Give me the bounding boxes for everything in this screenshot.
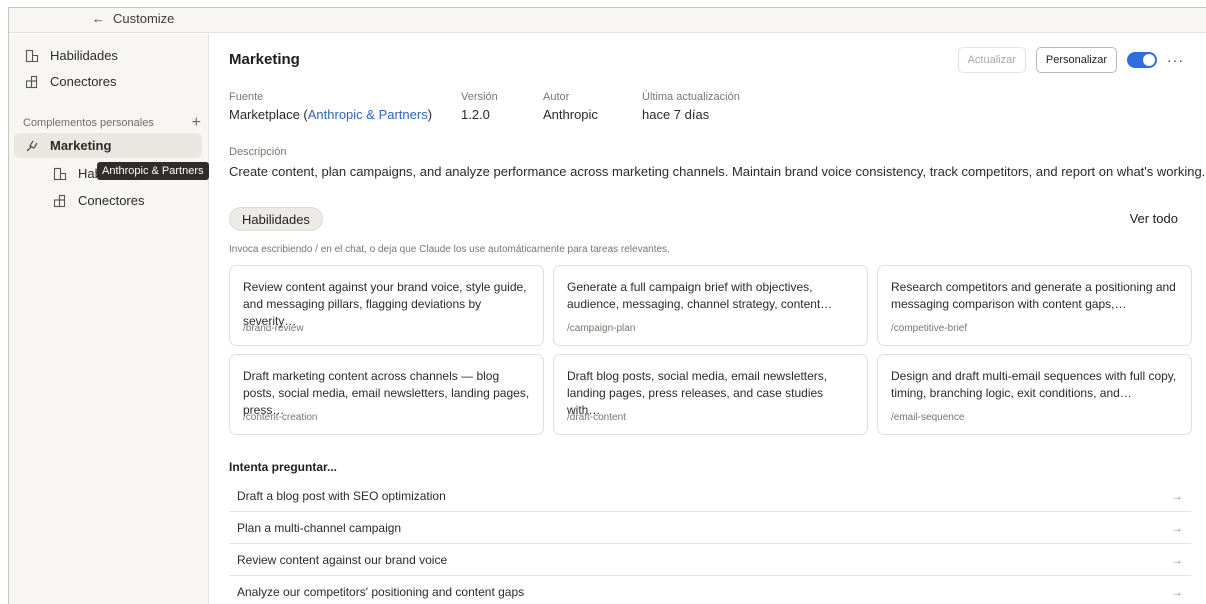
tab-skills[interactable]: Habilidades bbox=[229, 207, 323, 231]
sidebar-item-connectors[interactable]: Conectores bbox=[25, 74, 116, 89]
sidebar-item-label: Conectores bbox=[78, 193, 145, 208]
skills-hint: Invoca escribiendo / en el chat, o deja … bbox=[229, 244, 670, 255]
skill-description: Design and draft multi-email sequences w… bbox=[891, 369, 1177, 400]
personal-plugins-header: Complementos personales + bbox=[23, 114, 201, 132]
arrow-right-icon: → bbox=[1171, 584, 1183, 599]
skill-card[interactable]: Draft marketing content across channels … bbox=[229, 354, 544, 435]
skill-command: /content-creation bbox=[243, 412, 318, 423]
try-asking-title: Intenta preguntar... bbox=[229, 460, 338, 474]
author-tooltip: Anthropic & Partners bbox=[97, 162, 209, 180]
customize-button[interactable]: Personalizar bbox=[1035, 47, 1117, 73]
prompt-suggestion[interactable]: Analyze our competitors' positioning and… bbox=[229, 576, 1191, 604]
skill-card[interactable]: Research competitors and generate a posi… bbox=[877, 265, 1192, 346]
add-plugin-icon[interactable]: + bbox=[192, 114, 201, 132]
view-all-link[interactable]: Ver todo bbox=[1130, 211, 1178, 226]
version-value: 1.2.0 bbox=[461, 107, 490, 122]
skill-description: Research competitors and generate a posi… bbox=[891, 280, 1176, 311]
source-prefix: Marketplace ( bbox=[229, 107, 308, 122]
sidebar-item-skills[interactable]: Habilidades bbox=[25, 48, 118, 63]
source-value: Marketplace (Anthropic & Partners) bbox=[229, 107, 432, 122]
skill-command: /draft-content bbox=[567, 412, 626, 423]
sidebar-item-label: Conectores bbox=[50, 74, 117, 89]
sidebar-item-marketing[interactable]: Marketing bbox=[25, 138, 111, 153]
arrow-right-icon: → bbox=[1171, 520, 1183, 535]
version-label: Versión bbox=[461, 91, 498, 103]
sidebar-subitem-connectors[interactable]: Conectores bbox=[53, 193, 144, 208]
more-options-icon[interactable]: ··· bbox=[1167, 52, 1184, 68]
source-label: Fuente bbox=[229, 91, 264, 103]
source-suffix: ) bbox=[427, 107, 433, 122]
description-label: Descripción bbox=[229, 146, 287, 158]
prompt-suggestion[interactable]: Plan a multi-channel campaign → bbox=[229, 512, 1191, 544]
skill-description: Generate a full campaign brief with obje… bbox=[567, 280, 833, 311]
update-button[interactable]: Actualizar bbox=[957, 47, 1026, 73]
source-link[interactable]: Anthropic & Partners bbox=[308, 107, 428, 122]
enable-toggle[interactable] bbox=[1127, 52, 1157, 68]
arrow-right-icon: → bbox=[1171, 552, 1183, 567]
prompt-text: Review content against our brand voice bbox=[237, 552, 448, 567]
back-label: Customize bbox=[113, 11, 175, 26]
skill-command: /campaign-plan bbox=[567, 323, 636, 334]
arrow-left-icon: ← bbox=[92, 11, 105, 26]
connectors-icon bbox=[25, 75, 38, 88]
skill-command: /brand-review bbox=[243, 323, 304, 334]
skill-card[interactable]: Review content against your brand voice,… bbox=[229, 265, 544, 346]
prompt-suggestion[interactable]: Review content against our brand voice → bbox=[229, 544, 1191, 576]
sidebar-item-label: Habilidades bbox=[50, 48, 118, 63]
skill-card[interactable]: Generate a full campaign brief with obje… bbox=[553, 265, 868, 346]
back-customize-link[interactable]: ← Customize bbox=[92, 11, 174, 26]
prompt-text: Analyze our competitors' positioning and… bbox=[237, 584, 525, 599]
author-label: Autor bbox=[543, 91, 570, 103]
prompt-text: Draft a blog post with SEO optimization bbox=[237, 488, 446, 503]
skill-command: /email-sequence bbox=[891, 412, 965, 423]
skills-icon bbox=[53, 167, 67, 180]
description-text: Create content, plan campaigns, and anal… bbox=[229, 164, 1206, 179]
updated-value: hace 7 días bbox=[642, 107, 710, 122]
sidebar: Habilidades Conectores Complementos pers… bbox=[9, 34, 209, 604]
updated-label: Última actualización bbox=[642, 91, 740, 103]
skill-command: /competitive-brief bbox=[891, 323, 968, 334]
plugin-detail: Marketing Actualizar Personalizar ··· Fu… bbox=[210, 34, 1206, 604]
section-title: Complementos personales bbox=[23, 117, 154, 129]
prompt-text: Plan a multi-channel campaign bbox=[237, 520, 402, 535]
arrow-right-icon: → bbox=[1171, 488, 1183, 503]
skills-icon bbox=[25, 49, 39, 62]
author-value: Anthropic bbox=[543, 107, 598, 122]
plug-icon bbox=[26, 140, 38, 151]
top-bar: ← Customize bbox=[9, 8, 1206, 33]
skill-card[interactable]: Design and draft multi-email sequences w… bbox=[877, 354, 1192, 435]
page-title: Marketing bbox=[229, 51, 300, 68]
header-actions: Actualizar Personalizar ··· bbox=[957, 47, 1184, 73]
sidebar-item-label: Marketing bbox=[50, 138, 112, 153]
prompt-suggestion[interactable]: Draft a blog post with SEO optimization … bbox=[229, 480, 1191, 512]
connectors-icon bbox=[53, 194, 66, 207]
skill-card[interactable]: Draft blog posts, social media, email ne… bbox=[553, 354, 868, 435]
